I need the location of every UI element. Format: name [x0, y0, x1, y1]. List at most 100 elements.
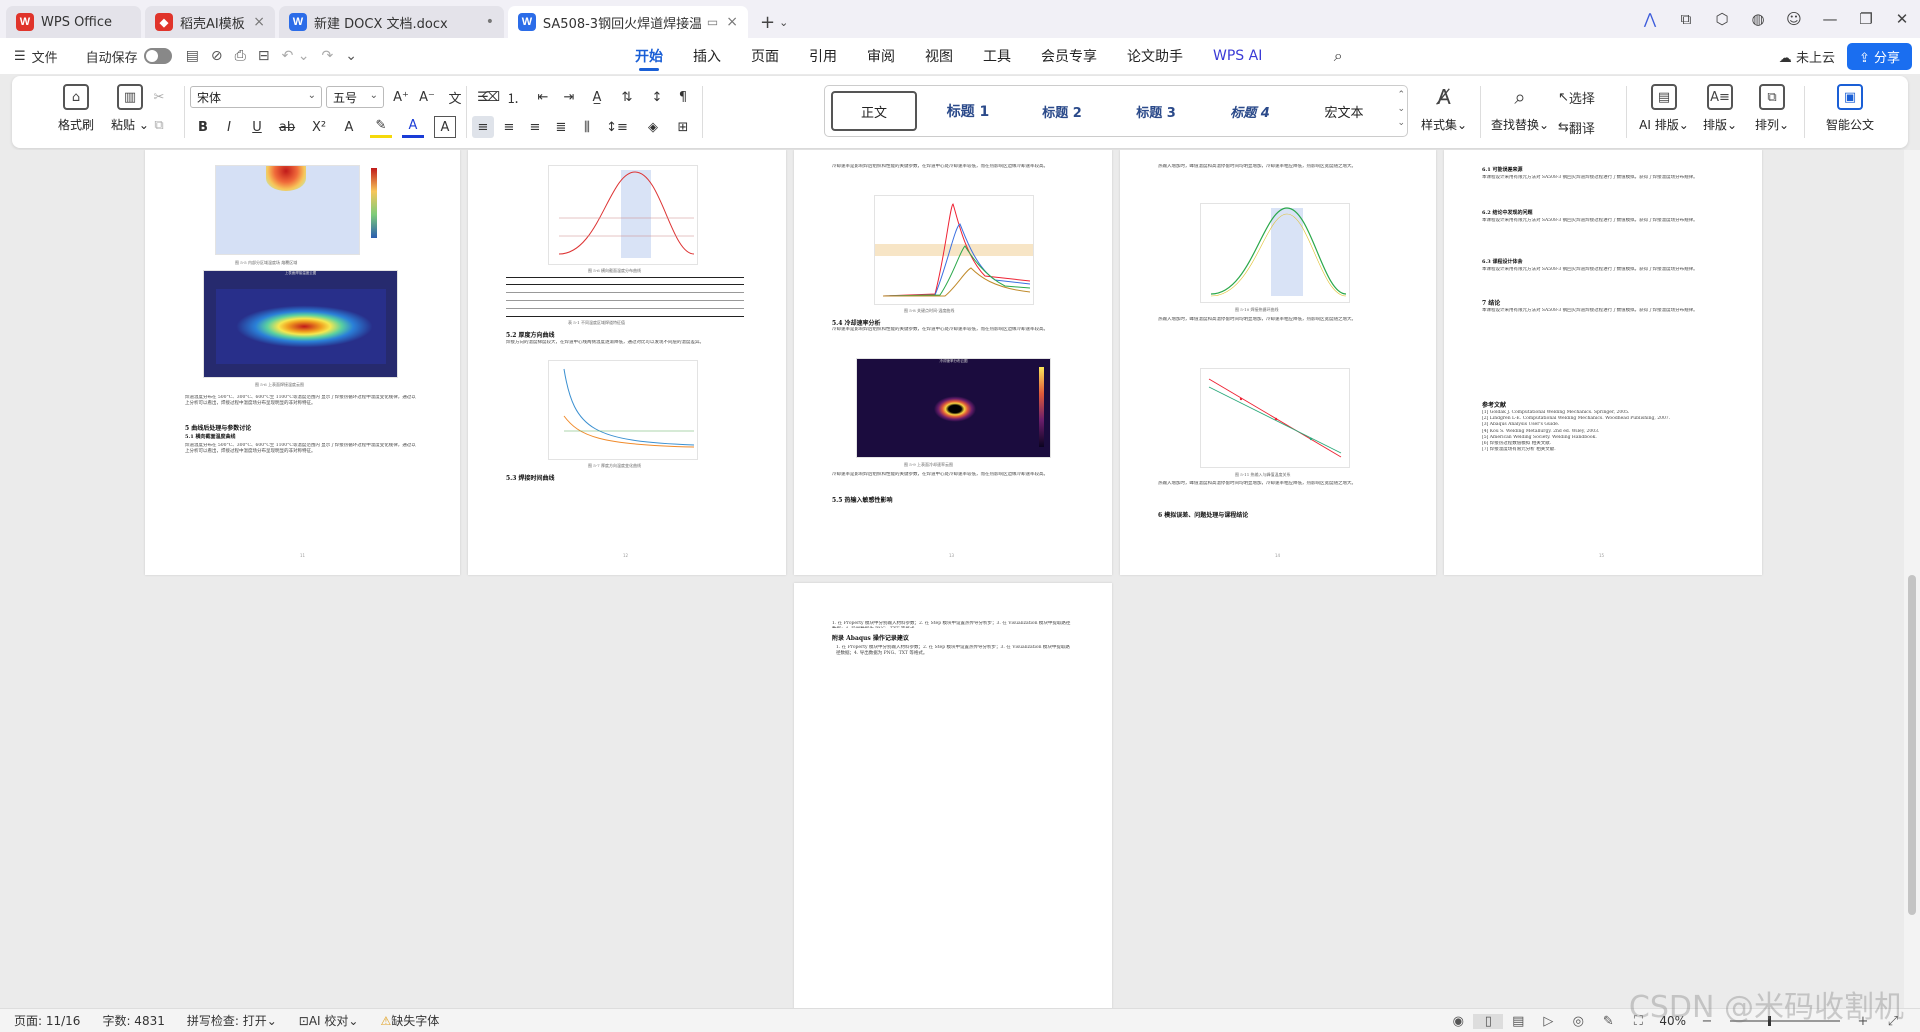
scrollbar-thumb[interactable]: [1908, 575, 1916, 915]
style-heading2[interactable]: 标题 2: [1019, 91, 1105, 131]
numbered-list-icon[interactable]: ⒈: [502, 86, 524, 108]
menu-tab[interactable]: 审阅: [867, 38, 895, 74]
menu-tab[interactable]: 视图: [925, 38, 953, 74]
ai-layout-button[interactable]: ▤ AI 排版⌄: [1636, 84, 1692, 142]
ai-proofread[interactable]: ⊡ AI 校对 ⌄: [299, 1012, 359, 1029]
text-direction-icon[interactable]: ⇅: [616, 86, 638, 108]
italic-icon[interactable]: I: [218, 116, 240, 138]
link-icon[interactable]: ⊘: [211, 48, 223, 64]
tab-docer[interactable]: ◆ 稻壳AI模板 ×: [145, 6, 275, 38]
tab-new-docx[interactable]: W 新建 DOCX 文档.docx •: [279, 6, 504, 38]
eye-protect-icon[interactable]: ◉: [1443, 1014, 1473, 1029]
bold-icon[interactable]: B: [192, 116, 214, 138]
smart-doc-button[interactable]: ▣ 智能公文: [1818, 84, 1882, 142]
sort-icon[interactable]: ↕: [646, 86, 668, 108]
style-heading4[interactable]: 标题 4: [1207, 91, 1293, 131]
shading-icon[interactable]: ◈: [642, 116, 664, 138]
bullet-list-icon[interactable]: ☰: [472, 86, 494, 108]
phonetic-icon[interactable]: 文: [444, 86, 466, 108]
close-window-icon[interactable]: ✕: [1884, 0, 1920, 38]
find-replace-button[interactable]: ⌕ 查找替换⌄: [1488, 84, 1552, 142]
document-page[interactable]: 1. 在 Property 模块中分别输入材料参数；2. 在 Step 模块中设…: [794, 583, 1112, 1008]
pen-icon[interactable]: ✎: [1593, 1014, 1623, 1029]
grow-font-icon[interactable]: A⁺: [390, 86, 412, 108]
document-page[interactable]: 6.1 可能误差来源 本课程设计采用有限元方法对 SA508-3 钢回火焊道焊接…: [1444, 150, 1762, 575]
cut-icon[interactable]: ✂: [148, 86, 170, 108]
select-button[interactable]: ↖ 选择: [1558, 86, 1618, 108]
align-center-icon[interactable]: ≡: [498, 116, 520, 138]
profile-avatar[interactable]: ☺: [1776, 0, 1812, 38]
arrange-button[interactable]: ⧉ 排列⌄: [1744, 84, 1800, 142]
document-page[interactable]: 图 5-6 横向截面温度分布曲线 表 5-1 不同温度区域焊道特征值 5.2 厚…: [468, 150, 786, 575]
menu-tab[interactable]: 论文助手: [1127, 38, 1183, 74]
wps-ai-icon[interactable]: ⋀: [1632, 0, 1668, 38]
close-tab-icon[interactable]: •: [478, 14, 494, 30]
print-icon[interactable]: ⎙: [235, 48, 246, 64]
style-heading1[interactable]: 标题 1: [925, 91, 1011, 131]
style-normal[interactable]: 正文: [831, 91, 917, 131]
menu-tab[interactable]: WPS AI: [1213, 38, 1262, 74]
menu-tab[interactable]: 工具: [983, 38, 1011, 74]
outline-view-icon[interactable]: ▤: [1503, 1014, 1533, 1029]
missing-font[interactable]: ⚠ 缺失字体: [380, 1012, 439, 1029]
menu-tab[interactable]: 会员专享: [1041, 38, 1097, 74]
print-preview-icon[interactable]: ⊟: [258, 48, 270, 64]
file-menu[interactable]: ☰ 文件: [14, 47, 58, 66]
fullscreen-icon[interactable]: ⤢: [1878, 1014, 1908, 1029]
show-marks-icon[interactable]: ¶: [672, 86, 694, 108]
cloud-status[interactable]: ☁ 未上云: [1779, 47, 1835, 66]
vertical-scrollbar[interactable]: [1904, 150, 1920, 1008]
document-page[interactable]: 热输入增加时，峰值温度和高温停留时间均明显增加，冷却速率相应降低，热影响区宽度随…: [1120, 150, 1436, 575]
text-effect-icon[interactable]: A: [338, 116, 360, 138]
page-view-icon[interactable]: ▯: [1473, 1013, 1504, 1029]
menu-tab[interactable]: 引用: [809, 38, 837, 74]
autosave-toggle[interactable]: 自动保存: [86, 47, 172, 66]
gallery-scroll-icon[interactable]: ⌃ ⌄ ⌄: [1397, 88, 1405, 130]
document-workspace[interactable]: 图 5-5 内部分区域温度场 熔覆区域 上表面焊接温度云图 图 5-6 上表面焊…: [0, 150, 1904, 1008]
restore-icon[interactable]: ❐: [1848, 0, 1884, 38]
distribute-icon[interactable]: ⫼: [576, 116, 598, 138]
highlight-icon[interactable]: ✎: [370, 116, 392, 138]
save-icon[interactable]: ▤: [186, 48, 199, 64]
underline-icon[interactable]: U: [246, 116, 268, 138]
more-quickaccess-icon[interactable]: ⌄: [345, 48, 357, 64]
fit-page-icon[interactable]: ⛶: [1623, 1014, 1653, 1029]
borders-icon[interactable]: ⊞: [672, 116, 694, 138]
font-family-select[interactable]: 宋体 ⌄: [190, 86, 322, 108]
menu-tab[interactable]: 页面: [751, 38, 779, 74]
strikethrough-icon[interactable]: ab: [276, 116, 298, 138]
superscript-icon[interactable]: X²: [308, 116, 330, 138]
align-right-icon[interactable]: ≡: [524, 116, 546, 138]
close-tab-icon[interactable]: ×: [718, 14, 738, 30]
minimize-icon[interactable]: —: [1812, 0, 1848, 38]
tab-wps-office[interactable]: W WPS Office: [6, 6, 141, 38]
chinese-layout-icon[interactable]: A̲: [586, 86, 608, 108]
shrink-font-icon[interactable]: A⁻: [416, 86, 438, 108]
zoom-out-icon[interactable]: −: [1692, 1014, 1722, 1029]
menu-tab[interactable]: 开始: [635, 38, 663, 74]
search-icon[interactable]: ⌕: [1334, 46, 1343, 66]
web-view-icon[interactable]: ◎: [1563, 1014, 1593, 1029]
document-page[interactable]: 冷却速率是影响焊后组织和性能的关键参数，在焊道中心处冷却速率较低，而在热影响区边…: [794, 150, 1112, 575]
cube-icon[interactable]: ⬡: [1704, 0, 1740, 38]
word-count[interactable]: 字数: 4831: [102, 1012, 164, 1029]
style-set-button[interactable]: A̸ 样式集⌄: [1416, 84, 1472, 142]
close-tab-icon[interactable]: ×: [245, 14, 265, 30]
window-icon[interactable]: ⧉: [1668, 0, 1704, 38]
line-spacing-icon[interactable]: ↕≡: [606, 116, 628, 138]
menu-tab[interactable]: 插入: [693, 38, 721, 74]
font-color-icon[interactable]: A: [402, 116, 424, 138]
spell-check[interactable]: 拼写检查: 打开 ⌄: [187, 1012, 277, 1029]
tab-sa508-doc[interactable]: W SA508-3钢回火焊道焊接温度 ▭ ×: [508, 6, 748, 38]
redo-icon[interactable]: ↷: [322, 48, 334, 64]
toggle-switch[interactable]: [143, 48, 172, 64]
justify-icon[interactable]: ≣: [550, 116, 572, 138]
play-icon[interactable]: ▷: [1533, 1014, 1563, 1029]
align-left-icon[interactable]: ≡: [472, 116, 494, 138]
undo-icon[interactable]: ↶ ⌄: [282, 48, 310, 64]
char-border-icon[interactable]: A: [434, 116, 456, 138]
style-heading3[interactable]: 标题 3: [1113, 91, 1199, 131]
increase-indent-icon[interactable]: ⇥: [558, 86, 580, 108]
new-tab-button[interactable]: + ⌄: [752, 6, 796, 38]
translate-button[interactable]: ⇆ 翻译: [1558, 116, 1618, 138]
